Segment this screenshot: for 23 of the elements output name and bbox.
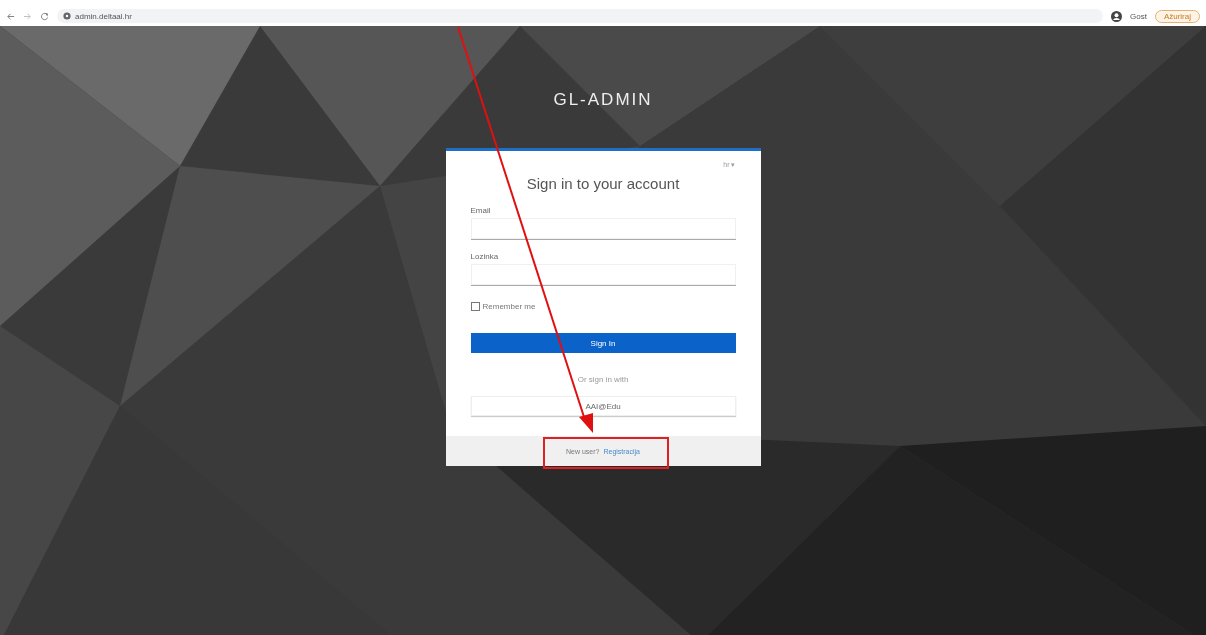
url-text: admin.deltaal.hr	[75, 11, 132, 21]
sign-in-button[interactable]: Sign In	[470, 333, 736, 353]
provider-button[interactable]: AAI@Edu	[470, 396, 736, 416]
login-heading: Sign in to your account	[525, 175, 681, 192]
profile-icon[interactable]	[1110, 10, 1122, 22]
input-field[interactable]	[470, 264, 736, 286]
remember-checkbox[interactable]	[470, 302, 480, 311]
site-info-icon	[63, 12, 71, 20]
back-button[interactable]	[6, 11, 15, 21]
reload-icon	[40, 11, 49, 21]
app-title: GL-ADMIN	[553, 90, 653, 110]
forward-arrow-icon	[23, 11, 32, 21]
forward-button[interactable]	[23, 11, 32, 21]
profile-name: Gost	[1129, 11, 1147, 21]
back-arrow-icon	[6, 11, 15, 21]
alt-sign-in-label: Or sign in with	[576, 375, 630, 384]
address-bar[interactable]: admin.deltaal.hr	[57, 9, 1103, 23]
reload-button[interactable]	[40, 11, 49, 21]
input-field[interactable]	[470, 218, 736, 240]
field-label: Lozinka	[470, 252, 499, 261]
remember-label: Remember me	[482, 302, 536, 311]
field-label: Email	[470, 206, 491, 215]
update-button[interactable]: Ažuriraj	[1154, 9, 1200, 23]
